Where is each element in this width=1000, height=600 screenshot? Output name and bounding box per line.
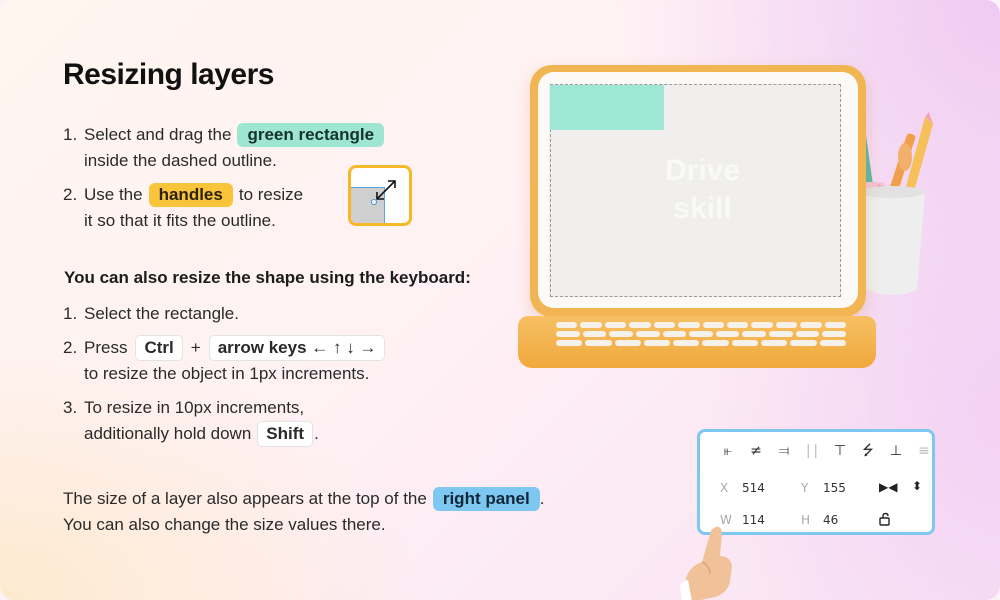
distribute-horizontal-icon[interactable]: | | bbox=[798, 442, 826, 460]
x-value: 514 bbox=[742, 481, 765, 495]
lesson-card: Resizing layers 1. Select and drag the g… bbox=[0, 0, 1000, 600]
flip-horizontal-icon[interactable]: ▶◀ bbox=[879, 480, 897, 494]
step-text-continued: it so that it fits the outline. bbox=[84, 211, 276, 230]
w-value: 114 bbox=[742, 513, 765, 527]
right-panel-preview: ⫦ ≠ ⫤ | | ⊤ ⭍ ⊥ ≡ X 514 Y 155 ▶◀ ⬍ W 114 H4… bbox=[697, 429, 935, 535]
list-item: 1. Select the rectangle. bbox=[63, 301, 389, 327]
step-text-continued: to resize the object in 1px increments. bbox=[84, 364, 370, 383]
y-label: Y bbox=[801, 481, 809, 495]
period: . bbox=[539, 489, 545, 508]
footer-text: The size of a layer also appears at the … bbox=[63, 486, 544, 538]
step-text: to resize bbox=[238, 185, 304, 204]
align-bottom-icon[interactable]: ⊥ bbox=[882, 442, 910, 460]
list-item: 3. To resize in 10px increments, additio… bbox=[63, 395, 389, 447]
align-top-icon[interactable]: ⊤ bbox=[826, 442, 854, 460]
shift-key: Shift bbox=[257, 421, 314, 447]
pen-cup-illustration bbox=[855, 112, 933, 295]
x-field[interactable]: X 514 bbox=[720, 481, 765, 495]
arrow-keys: arrow keys ← ↑ ↓ → bbox=[208, 335, 386, 361]
step-text: Press bbox=[84, 338, 128, 357]
step-number: 2. bbox=[63, 338, 78, 357]
h-value: 46 bbox=[823, 513, 839, 527]
keyboard-steps-list: 1. Select the rectangle. 2. Press Ctrl +… bbox=[63, 301, 389, 447]
handles-illustration bbox=[348, 165, 412, 226]
step-text-continued: additionally hold down bbox=[84, 424, 252, 443]
green-rectangle-highlight: green rectangle bbox=[237, 123, 385, 147]
step-number: 1. bbox=[63, 304, 78, 323]
step-number: 1. bbox=[63, 125, 78, 144]
period: . bbox=[314, 424, 319, 443]
align-right-icon[interactable]: ⫤ bbox=[770, 442, 798, 460]
handles-highlight: handles bbox=[148, 183, 233, 207]
list-item: 2. Use the handles to resize it so that … bbox=[63, 182, 390, 234]
h-field[interactable]: H 46 bbox=[801, 513, 838, 527]
footer-line: The size of a layer also appears at the … bbox=[63, 489, 427, 508]
step-text: To resize in 10px increments, bbox=[84, 398, 305, 417]
keyboard-heading: You can also resize the shape using the … bbox=[64, 268, 471, 287]
green-rectangle[interactable] bbox=[550, 85, 664, 130]
plus-sign: + bbox=[190, 338, 201, 357]
laptop-keyboard bbox=[556, 322, 847, 349]
x-label: X bbox=[720, 481, 729, 495]
align-center-horizontal-icon[interactable]: ≠ bbox=[742, 442, 770, 460]
list-item: 1. Select and drag the green rectangle i… bbox=[63, 122, 390, 174]
alignment-toolbar: ⫦ ≠ ⫤ | | ⊤ ⭍ ⊥ ≡ bbox=[714, 442, 938, 460]
pointing-hand-icon bbox=[680, 526, 732, 600]
step-number: 3. bbox=[63, 398, 78, 417]
align-center-vertical-icon[interactable]: ⭍ bbox=[854, 442, 882, 460]
distribute-vertical-icon[interactable]: ≡ bbox=[910, 442, 938, 460]
y-value: 155 bbox=[823, 481, 846, 495]
right-panel-highlight: right panel bbox=[432, 487, 540, 511]
page-title: Resizing layers bbox=[63, 58, 274, 91]
step-text-continued: inside the dashed outline. bbox=[84, 151, 277, 170]
ctrl-key: Ctrl bbox=[135, 335, 183, 361]
list-item: 2. Press Ctrl + arrow keys ← ↑ ↓ → to re… bbox=[63, 335, 389, 387]
resize-arrow-icon bbox=[376, 180, 396, 200]
step-number: 2. bbox=[63, 185, 78, 204]
y-field[interactable]: Y 155 bbox=[801, 481, 846, 495]
step-text: Select the rectangle. bbox=[84, 304, 239, 323]
step-text: Select and drag the bbox=[84, 125, 232, 144]
align-left-icon[interactable]: ⫦ bbox=[714, 442, 742, 460]
footer-line: You can also change the size values ther… bbox=[63, 515, 386, 534]
step-text: Use the bbox=[84, 185, 143, 204]
h-label: H bbox=[801, 513, 811, 527]
lock-icon[interactable] bbox=[878, 512, 892, 526]
flip-vertical-icon[interactable]: ⬍ bbox=[912, 479, 922, 493]
drag-steps-list: 1. Select and drag the green rectangle i… bbox=[63, 122, 390, 234]
